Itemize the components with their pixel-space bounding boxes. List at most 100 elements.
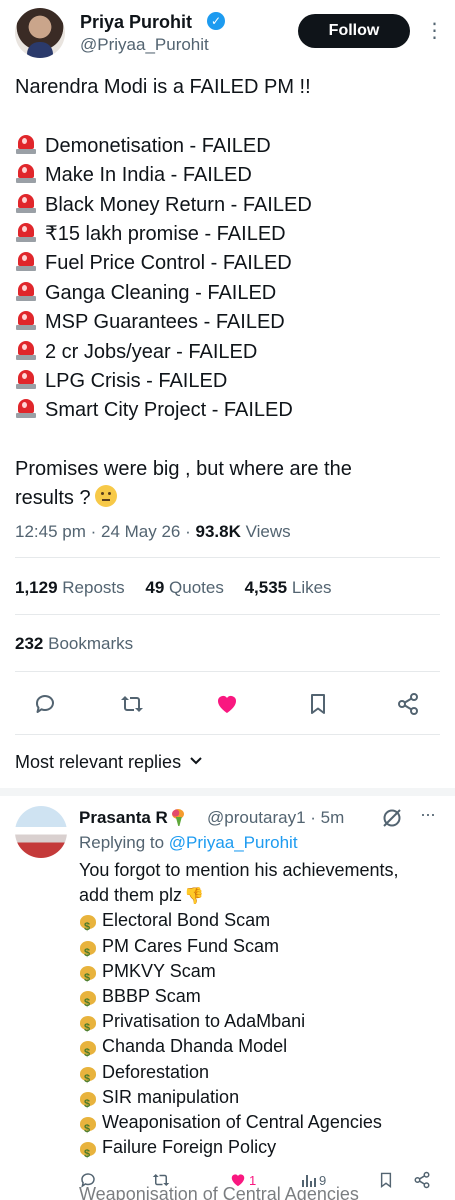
reply-views-button[interactable]: 9: [301, 1168, 326, 1192]
tweet-list-item: MSP Guarantees - FAILED: [15, 308, 445, 337]
replying-to-link[interactable]: @Priyaa_Purohit: [169, 833, 298, 852]
likes-count[interactable]: 4,535: [245, 578, 288, 597]
reposts-label[interactable]: Reposts: [62, 578, 124, 597]
reply-repost-icon[interactable]: [151, 1168, 171, 1192]
money-bag-icon: [79, 986, 97, 1016]
reply-reply-icon[interactable]: [79, 1168, 97, 1192]
tweet-list-item: Demonetisation - FAILED: [15, 132, 445, 161]
tweet-list-item: Black Money Return - FAILED: [15, 191, 445, 220]
author-handle[interactable]: @Priyaa_Purohit: [80, 35, 209, 55]
replying-to: Replying to @Priyaa_Purohit: [79, 833, 298, 852]
reply-like-icon: [231, 1174, 245, 1187]
views-count: 93.8K: [195, 522, 241, 541]
reply-list-item-text: PM Cares Fund Scam: [102, 935, 280, 956]
tweet-list-item-text: Fuel Price Control - FAILED: [45, 252, 292, 275]
reply-list-item: Privatisation to AdaMbani: [79, 1009, 444, 1041]
police-siren-icon: [15, 339, 37, 361]
author-avatar[interactable]: [15, 8, 65, 58]
replies-sort-selector[interactable]: Most relevant replies: [15, 752, 203, 773]
quotes-count[interactable]: 49: [145, 578, 164, 597]
police-siren-icon: [15, 397, 37, 419]
share-icon[interactable]: [393, 689, 423, 719]
reply-list-item-text: Privatisation to AdaMbani: [102, 1011, 306, 1032]
divider: [15, 734, 440, 735]
tweet-list-item-text: LPG Crisis - FAILED: [45, 369, 228, 392]
money-bag-icon: [79, 961, 97, 991]
reply-item[interactable]: Prasanta R @proutaray1 · 5m ··· Replying…: [0, 796, 455, 1200]
money-bag-icon: [79, 1087, 97, 1117]
tweet-closing-line: Promises were big , but where are the: [15, 458, 352, 481]
reply-handle-time[interactable]: @proutaray1 · 5m: [207, 808, 344, 828]
reply-list-item-text: BBBP Scam: [102, 985, 201, 1006]
repost-icon[interactable]: [117, 689, 147, 719]
views-label: Views: [240, 522, 291, 541]
thinking-face-icon: [94, 485, 117, 508]
tweet-list-item: Ganga Cleaning - FAILED: [15, 279, 445, 308]
reply-list-item-text: PMKVY Scam: [102, 960, 216, 981]
reply-share-icon[interactable]: [413, 1168, 431, 1192]
engagement-stats: 1,129 Reposts 49 Quotes 4,535 Likes: [15, 578, 348, 598]
author-name[interactable]: Priya Purohit: [80, 12, 192, 33]
follow-button[interactable]: Follow: [298, 14, 410, 48]
tweet-list-item-text: 2 cr Jobs/year - FAILED: [45, 340, 258, 363]
tweet-meta: 12:45 pm · 24 May 26 · 93.8K Views: [15, 522, 291, 542]
tweet-list-item-text: Make In India - FAILED: [45, 164, 252, 187]
reposts-count[interactable]: 1,129: [15, 578, 58, 597]
bookmarks-stat[interactable]: 232 Bookmarks: [15, 634, 133, 654]
thumbs-down-icon: 👎: [184, 888, 204, 906]
views-icon: [302, 1175, 316, 1187]
tweet-list-item-text: Black Money Return - FAILED: [45, 193, 312, 216]
tweet-headline: Narendra Modi is a FAILED PM !!: [15, 76, 311, 98]
bookmarks-count: 232: [15, 634, 44, 653]
reply-avatar[interactable]: [15, 806, 67, 858]
tweet-list-item: Make In India - FAILED: [15, 161, 445, 190]
like-icon[interactable]: [212, 689, 242, 719]
tweet-list-item-text: ₹15 lakh promise - FAILED: [45, 222, 286, 245]
money-bag-icon: [79, 936, 97, 966]
tweet-timestamp[interactable]: 12:45 pm · 24 May 26 ·: [15, 522, 195, 541]
reply-bookmark-icon[interactable]: [378, 1168, 394, 1192]
reply-like-count: 1: [249, 1172, 257, 1188]
divider: [15, 671, 440, 672]
more-options-icon[interactable]: ⋮: [424, 18, 445, 44]
verified-badge-icon: ✓: [207, 12, 225, 30]
bookmark-icon[interactable]: [303, 689, 333, 719]
reply-list-item-text: Failure Foreign Policy: [102, 1137, 277, 1158]
reply-list-item: Chanda Dhanda Model: [79, 1034, 444, 1067]
money-bag-icon: [79, 1036, 97, 1067]
divider: [15, 557, 440, 558]
police-siren-icon: [15, 162, 37, 184]
reply-more-icon[interactable]: ···: [420, 804, 436, 825]
reply-intro-line-2: add them plz 👎: [79, 883, 444, 908]
tweet-list-item: 2 cr Jobs/year - FAILED: [15, 338, 445, 367]
quotes-label[interactable]: Quotes: [169, 578, 224, 597]
reply-list-item: Deforestation: [79, 1060, 444, 1092]
tweet-closing-line-2: results ?: [15, 484, 445, 513]
police-siren-icon: [15, 221, 37, 243]
divider: [15, 614, 440, 615]
reply-author-name[interactable]: Prasanta R: [79, 808, 188, 828]
reply-list-item-text: Electoral Bond Scam: [102, 910, 271, 931]
police-siren-icon: [15, 368, 37, 390]
money-bag-icon: [79, 1112, 97, 1142]
reply-like-button[interactable]: 1: [229, 1168, 256, 1192]
reply-list-item: Electoral Bond Scam: [79, 908, 444, 941]
likes-label[interactable]: Likes: [292, 578, 332, 597]
money-bag-icon: [79, 1062, 97, 1092]
sort-label: Most relevant replies: [15, 752, 182, 772]
tweet-action-bar: [0, 685, 455, 721]
section-divider: [0, 788, 455, 796]
tweet-list-item-text: Demonetisation - FAILED: [45, 134, 271, 157]
reply-icon[interactable]: [30, 689, 60, 719]
reply-text: You forgot to mention his achievements, …: [79, 858, 444, 1167]
grok-icon[interactable]: [380, 806, 404, 830]
tweet-text: Narendra Modi is a FAILED PM !! Demoneti…: [15, 73, 445, 514]
reply-list-item: PMKVY Scam: [79, 959, 444, 991]
reply-list-item: PM Cares Fund Scam: [79, 934, 444, 966]
police-siren-icon: [15, 309, 37, 331]
reply-list-item-text: Weaponisation of Central Agencies: [102, 1111, 382, 1132]
reply-list-item: Failure Foreign Policy: [79, 1135, 444, 1167]
reply-intro-line: You forgot to mention his achievements,: [79, 860, 399, 880]
tweet-list-item: Smart City Project - FAILED: [15, 396, 445, 425]
police-siren-icon: [15, 250, 37, 272]
